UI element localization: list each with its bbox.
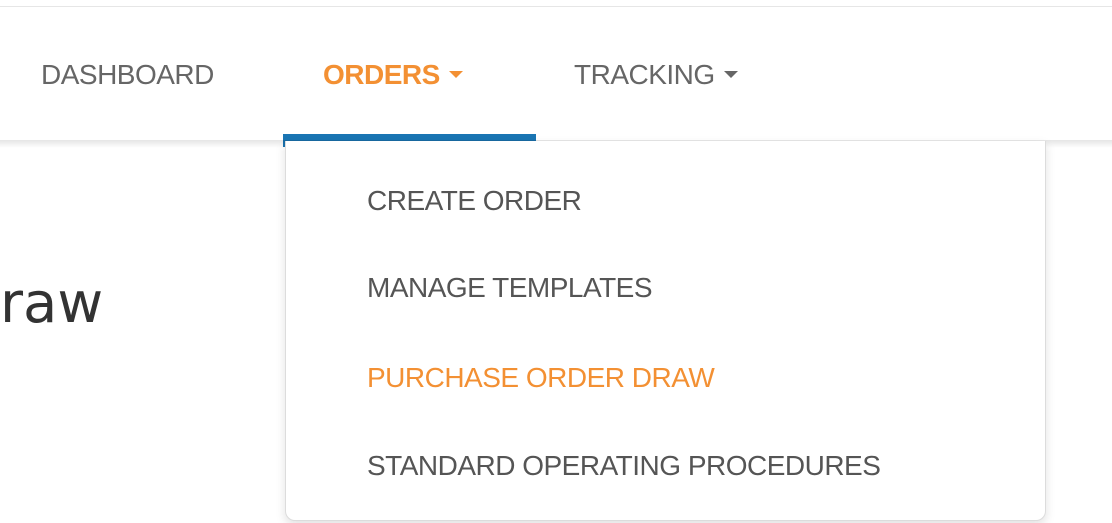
top-divider	[0, 0, 1112, 7]
nav-orders[interactable]: ORDERS	[323, 59, 463, 91]
caret-down-icon	[723, 71, 738, 79]
nav-orders-label: ORDERS	[323, 59, 440, 90]
menu-item-standard-operating-procedures[interactable]: STANDARD OPERATING PROCEDURES	[367, 450, 881, 482]
nav-dashboard[interactable]: DASHBOARD	[41, 59, 214, 91]
page-title: raw	[0, 271, 104, 336]
menu-item-purchase-order-draw[interactable]: PURCHASE ORDER DRAW	[367, 362, 715, 394]
nav-dashboard-label: DASHBOARD	[41, 59, 214, 90]
orders-dropdown-menu: CREATE ORDER MANAGE TEMPLATES PURCHASE O…	[285, 141, 1046, 521]
nav-tracking[interactable]: TRACKING	[574, 59, 738, 91]
page: DASHBOARD ORDERS TRACKING raw CREATE ORD…	[0, 0, 1112, 523]
main-navbar: DASHBOARD ORDERS TRACKING	[0, 7, 1112, 147]
menu-item-create-order[interactable]: CREATE ORDER	[367, 185, 582, 217]
menu-item-manage-templates[interactable]: MANAGE TEMPLATES	[367, 272, 653, 304]
caret-down-icon	[448, 71, 463, 79]
nav-tracking-label: TRACKING	[574, 59, 715, 90]
